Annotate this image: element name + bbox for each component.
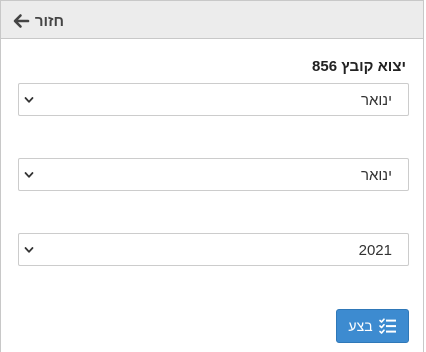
chevron-down-icon — [24, 172, 34, 178]
run-label: בצע — [348, 318, 373, 334]
year-value: 2021 — [358, 242, 392, 259]
chevron-down-icon — [24, 97, 34, 103]
run-button[interactable]: בצע — [336, 309, 409, 343]
header-bar: חזור — [1, 1, 423, 39]
month-to-select[interactable]: ינואר — [18, 158, 409, 191]
export-panel: חזור יצוא קובץ 856 ינואר ינואר 2021 בצע — [0, 0, 424, 352]
back-label: חזור — [34, 12, 64, 30]
month-to-value: ינואר — [360, 167, 392, 184]
year-select[interactable]: 2021 — [18, 233, 409, 266]
chevron-down-icon — [24, 247, 34, 253]
arrow-left-icon — [13, 14, 30, 28]
task-list-icon — [378, 318, 396, 334]
page-title: יצוא קובץ 856 — [312, 58, 406, 75]
month-from-value: ינואר — [360, 92, 392, 109]
back-button[interactable]: חזור — [12, 10, 64, 32]
month-from-select[interactable]: ינואר — [18, 83, 409, 116]
